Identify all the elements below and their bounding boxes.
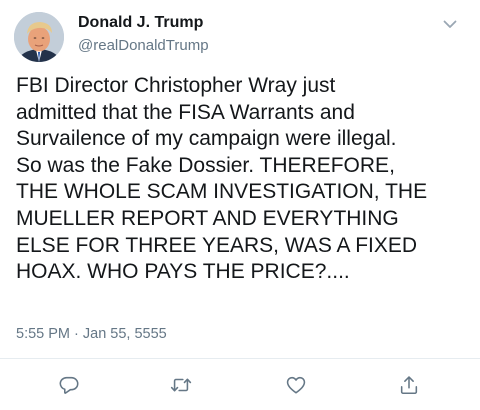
tweet-timestamp[interactable]: 5:55 PM · Jan 55, 5555 xyxy=(16,326,167,342)
action-bar xyxy=(0,370,480,400)
share-button[interactable] xyxy=(392,370,426,400)
chevron-down-icon xyxy=(443,20,457,28)
retweet-button[interactable] xyxy=(164,370,198,400)
profile-photo-icon xyxy=(14,12,64,62)
retweet-icon xyxy=(170,378,192,392)
like-button[interactable] xyxy=(279,370,313,400)
like-icon xyxy=(286,376,306,394)
author-name[interactable]: Donald J. Trump xyxy=(78,14,203,32)
divider xyxy=(0,358,480,359)
reply-button[interactable] xyxy=(52,370,86,400)
more-options-button[interactable] xyxy=(438,14,462,34)
reply-icon xyxy=(59,376,79,394)
tweet-text: FBI Director Christopher Wray just admit… xyxy=(16,74,428,284)
share-icon xyxy=(400,376,418,395)
author-handle[interactable]: @realDonaldTrump xyxy=(78,37,209,54)
tweet-card: Donald J. Trump @realDonaldTrump FBI Dir… xyxy=(0,0,480,410)
avatar[interactable] xyxy=(14,12,64,62)
